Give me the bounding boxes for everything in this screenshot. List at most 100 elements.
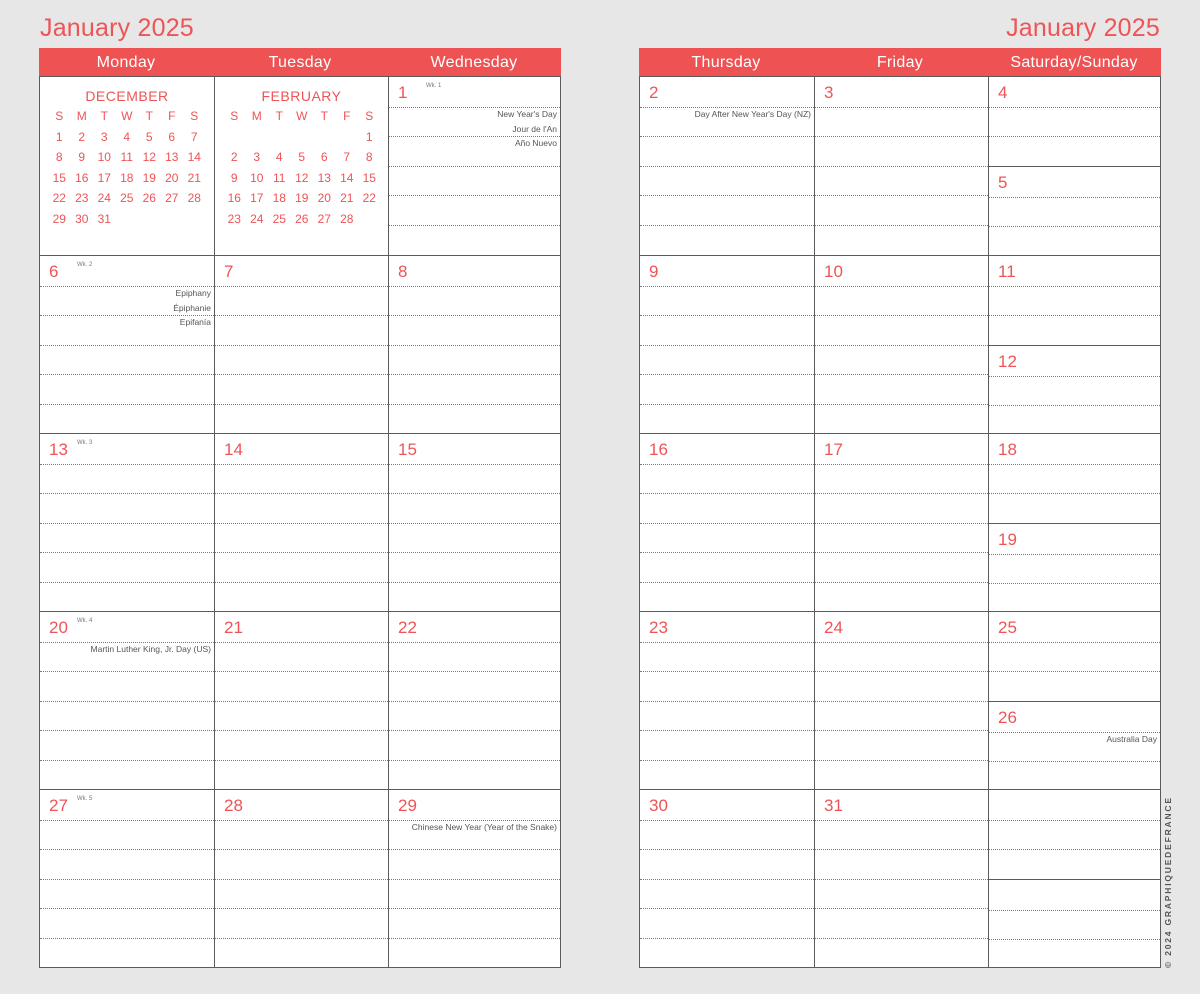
mini-day: 5: [145, 129, 153, 144]
day-cell-thu[interactable]: 9: [640, 256, 814, 433]
day-cell-mon[interactable]: 27 Wk. 5: [40, 790, 214, 967]
day-cell-wed[interactable]: 1 Wk. 1 New Year's Day Jour de l'An Año Nuev…: [388, 77, 560, 255]
day-cell-wed[interactable]: 8: [388, 256, 560, 433]
mini-day: 11: [120, 150, 133, 164]
mini-day: 7: [190, 129, 198, 144]
week-number-label: Wk. 4: [77, 618, 93, 624]
day-cell-sunday[interactable]: 26 Australia Day: [989, 701, 1160, 790]
day-cell-fri[interactable]: 3: [814, 77, 988, 255]
day-number: 20: [49, 618, 68, 637]
mini-day: 26: [142, 191, 156, 205]
day-cell-sunday[interactable]: 12: [989, 345, 1160, 434]
header-saturday-sunday: Saturday/Sunday: [1010, 54, 1138, 71]
mini-day: 25: [120, 191, 134, 205]
day-cell-saturday[interactable]: 25: [989, 612, 1160, 701]
ruled-line: [389, 225, 560, 226]
ruled-line: [389, 641, 560, 643]
week-number-label: Wk. 2: [77, 262, 93, 268]
ruled-line: [815, 493, 988, 495]
holiday-label: Epiphany: [175, 288, 211, 298]
day-cell-mon[interactable]: 20 Wk. 4 Martin Luther King, Jr. Day (US): [40, 612, 214, 789]
mini-day: 28: [187, 191, 201, 205]
day-number: 19: [998, 530, 1017, 549]
ruled-line: [815, 552, 988, 554]
weekday-header-left: Monday Tuesday Wednesday: [39, 48, 561, 76]
day-cell-sunday[interactable]: 19: [989, 523, 1160, 612]
ruled-line: [215, 641, 388, 643]
ruled-line: [40, 463, 214, 465]
ruled-line: [989, 463, 1160, 465]
day-cell-thu[interactable]: 2 Day After New Year's Day (NZ): [640, 77, 814, 255]
ruled-line: [40, 493, 214, 495]
ruled-line: [389, 552, 560, 554]
weekday-initial: F: [168, 109, 176, 123]
day-cell-thu[interactable]: 23: [640, 612, 814, 789]
day-number: 18: [998, 440, 1017, 459]
day-cell-tue[interactable]: 28: [214, 790, 388, 967]
day-number: 22: [398, 618, 417, 637]
ruled-line: [815, 582, 988, 583]
left-page: Monday Tuesday Wednesday DECEMBER S M T W T F S…: [39, 48, 561, 968]
day-cell-fri[interactable]: 24: [814, 612, 988, 789]
ruled-line: [989, 285, 1160, 287]
day-cell-thu[interactable]: 16: [640, 434, 814, 611]
ruled-line: [40, 404, 214, 405]
mini-day: 19: [295, 191, 309, 205]
ruled-line: [389, 374, 560, 376]
mini-day: 21: [187, 170, 201, 185]
day-cell-thu[interactable]: 30: [640, 790, 814, 967]
day-cell-saturday[interactable]: [989, 790, 1160, 879]
day-cell-fri[interactable]: 17: [814, 434, 988, 611]
day-cell-wed[interactable]: 29 Chinese New Year (Year of the Snake): [388, 790, 560, 967]
day-cell-saturday[interactable]: 4: [989, 77, 1160, 166]
holiday-label: Jour de l'An: [512, 123, 557, 134]
empty-day: [291, 129, 314, 146]
mini-day: 8: [365, 150, 373, 164]
mini-day: 18: [272, 191, 286, 205]
day-cell-wed[interactable]: 15: [388, 434, 560, 611]
day-cell-tue[interactable]: 7: [214, 256, 388, 433]
ruled-line: [640, 671, 814, 673]
day-cell-mon[interactable]: 13 Wk. 3: [40, 434, 214, 611]
day-cell-mon[interactable]: 6 Wk. 2 Epiphany Épiphanie Epifanía: [40, 256, 214, 433]
day-number: 13: [49, 440, 68, 459]
ruled-line: [815, 908, 988, 910]
mini-calendar-grid: S M T W T F S 1 2 3 4 5 6 7 8 9 10 11 12 13 14 15 16 17 18 19 20 21…: [223, 108, 388, 228]
copyright-notice: © 2024 GRAPHIQUEDEFRANCE: [1163, 796, 1173, 968]
day-cell-sunday[interactable]: [989, 879, 1160, 968]
day-cell-weekend: 18 19: [988, 434, 1160, 611]
day-number: 21: [224, 618, 243, 637]
day-cell-tue[interactable]: 14: [214, 434, 388, 611]
ruled-line: [989, 226, 1160, 228]
weekday-initial: W: [296, 109, 308, 123]
day-cell-fri[interactable]: 10: [814, 256, 988, 433]
ruled-line: [640, 878, 814, 880]
day-cell-wed[interactable]: 22: [388, 612, 560, 789]
ruled-line: [815, 730, 988, 732]
mini-day: 27: [165, 191, 179, 205]
mini-day: 13: [165, 150, 179, 164]
day-cell-mon[interactable]: DECEMBER S M T W T F S 1 2 3 4 5 6 7 8 9 10 11 12 13 14 15 16 17…: [40, 77, 214, 255]
weekday-initial: S: [230, 109, 239, 123]
day-cell-weekend: 11 12: [988, 256, 1160, 433]
day-cell-saturday[interactable]: 11: [989, 256, 1160, 345]
day-cell-fri[interactable]: 31: [814, 790, 988, 967]
ruled-line: [640, 938, 814, 939]
ruled-line: [815, 344, 988, 346]
ruled-line: [215, 671, 388, 673]
empty-day: [268, 129, 291, 146]
weekday-initial: S: [55, 109, 64, 123]
ruled-line: [40, 878, 214, 880]
day-cell-tue[interactable]: FEBRUARY S M T W T F S 1 2 3 4 5 6 7 8 9 10 11 12 13 14 15 16 17…: [214, 77, 388, 255]
day-cell-sunday[interactable]: 5: [989, 166, 1160, 255]
day-cell-tue[interactable]: 21: [214, 612, 388, 789]
ruled-line: [640, 225, 814, 226]
holiday-label: Año Nuevo: [514, 138, 557, 148]
day-number: 6: [49, 262, 59, 281]
ruled-line: [215, 878, 388, 880]
day-cell-saturday[interactable]: 18: [989, 434, 1160, 523]
holiday-label: Day After New Year's Day (NZ): [694, 109, 811, 119]
ruled-line: [215, 493, 388, 495]
ruled-line: [815, 165, 988, 167]
day-number: 14: [224, 440, 243, 459]
